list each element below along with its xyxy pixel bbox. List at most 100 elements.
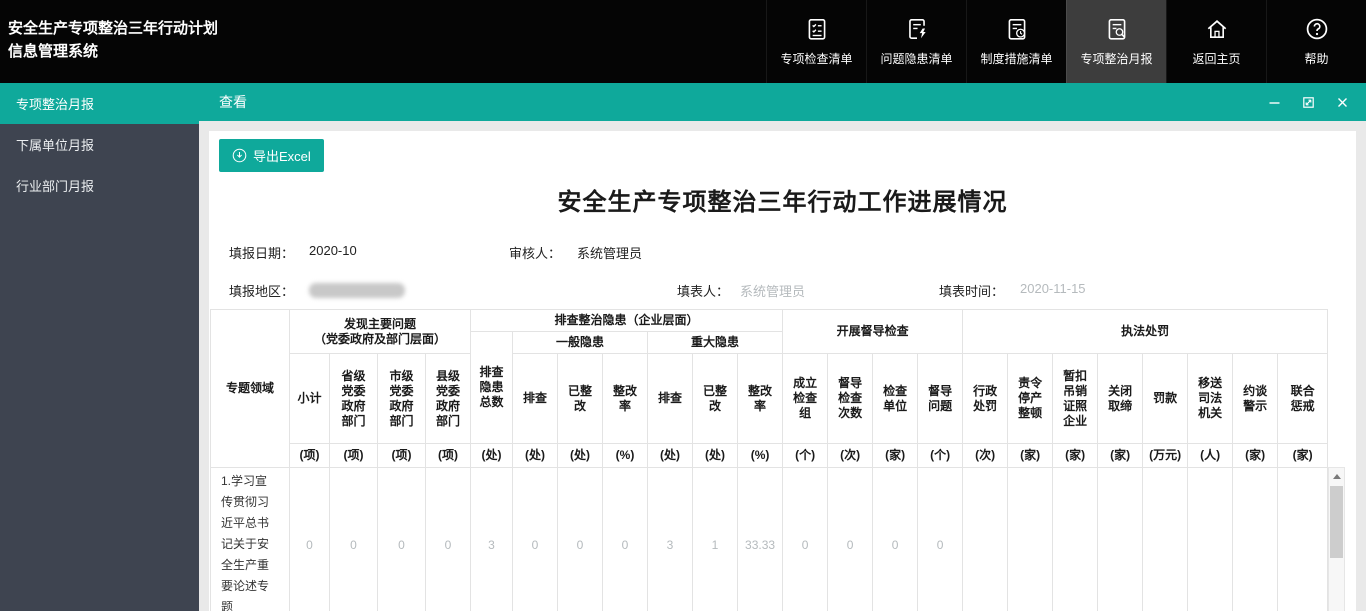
table-header-cell: 发现主要问题 （党委政府及部门层面） [290,310,471,354]
maximize-icon[interactable] [1300,94,1316,110]
value-cell: 0 [873,468,918,611]
table-header-cell: 整改率 [738,354,783,444]
top-nav: 专项检查清单问题隐患清单制度措施清单专项整治月报返回主页帮助 [766,0,1366,83]
value-cell: 3 [471,468,513,611]
top-nav-item-1[interactable]: 问题隐患清单 [866,0,966,83]
table-header-cell: 已整改 [693,354,738,444]
value-cell: 0 [783,468,828,611]
top-nav-item-4[interactable]: 返回主页 [1166,0,1266,83]
table-header-cell: (家) [1008,444,1053,468]
value-cell: 0 [290,468,330,611]
scrollbar-thumb[interactable] [1330,486,1343,558]
table-header-cell: 移送司法机关 [1188,354,1233,444]
window-title-bar: 查看 [199,83,1366,121]
table-header-cell: 成立检查组 [783,354,828,444]
top-nav-label: 制度措施清单 [980,50,1052,67]
sidebar-item-0[interactable]: 专项整治月报 [0,83,199,124]
top-nav-item-3[interactable]: 专项整治月报 [1066,0,1166,83]
table-header-cell: (万元) [1143,444,1188,468]
close-icon[interactable] [1334,94,1350,110]
top-nav-item-5[interactable]: 帮助 [1266,0,1366,83]
table-header-cell: 行政处罚 [963,354,1008,444]
table-header-cell: 督导检查次数 [828,354,873,444]
value-cell: 3 [648,468,693,611]
meta-row-1: 填报日期： 2020-10 审核人： 系统管理员 [209,243,1356,263]
table-header-cell: (家) [1278,444,1328,468]
value-cell: 0 [558,468,603,611]
report-table-wrap: 专题领域发现主要问题 （党委政府及部门层面）排查整治隐患（企业层面）开展督导检查… [210,309,1345,611]
table-header-cell: (项) [426,444,471,468]
sidebar: 专项整治月报下属单位月报行业部门月报 [0,83,199,611]
fill-date-value: 2020-10 [309,243,357,258]
table-header-cell: 约谈警示 [1233,354,1278,444]
table-header-cell: 一般隐患 [513,332,648,354]
table-header-cell: (家) [1233,444,1278,468]
main-area: 查看 导出Ex [199,83,1366,611]
value-cell [1188,468,1233,611]
value-cell: 0 [378,468,426,611]
table-header-cell: (人) [1188,444,1233,468]
top-nav-item-2[interactable]: 制度措施清单 [966,0,1066,83]
value-cell: 33.33 [738,468,783,611]
download-icon [232,148,247,163]
table-header-cell: (项) [378,444,426,468]
table-header-cell: 专题领域 [211,310,290,468]
table-header-cell: (次) [963,444,1008,468]
table-header-cell: (个) [783,444,828,468]
measures-list-icon [1004,16,1030,42]
body-layout: 专项整治月报下属单位月报行业部门月报 查看 [0,83,1366,611]
value-cell [1098,468,1143,611]
table-header-cell: (次) [828,444,873,468]
top-nav-item-0[interactable]: 专项检查清单 [766,0,866,83]
top-nav-label: 帮助 [1304,50,1328,67]
app-title: 安全生产专项整治三年行动计划 信息管理系统 [0,0,228,83]
table-header-cell: 责令停产整顿 [1008,354,1053,444]
table-header-cell: 联合惩戒 [1278,354,1328,444]
sidebar-item-2[interactable]: 行业部门月报 [0,165,199,206]
app-title-line2: 信息管理系统 [8,40,218,63]
sidebar-item-1[interactable]: 下属单位月报 [0,124,199,165]
table-scrollbar[interactable] [1328,467,1345,611]
window-controls [1266,94,1350,110]
report-table: 专题领域发现主要问题 （党委政府及部门层面）排查整治隐患（企业层面）开展督导检查… [210,309,1328,611]
meta-row-2: 填报地区： 填表人： 系统管理员 填表时间： 2020-11-15 [209,281,1356,301]
window-title: 查看 [219,92,247,112]
table-header-cell: 关闭取缔 [1098,354,1143,444]
reviewer-label: 审核人： [509,243,561,262]
screen: 安全生产专项整治三年行动计划 信息管理系统 专项检查清单问题隐患清单制度措施清单… [0,0,1366,611]
table-header-cell: (项) [330,444,378,468]
export-excel-label: 导出Excel [253,146,311,165]
top-nav-label: 专项检查清单 [780,50,852,67]
table-row: 1.学习宣传贯彻习近平总书记关于安全生产重要论述专题000030003133.3… [211,468,1328,611]
table-header-cell: 整改率 [603,354,648,444]
report-panel: 导出Excel 安全生产专项整治三年行动工作进展情况 填报日期： 2020-10… [209,131,1356,611]
value-cell: 0 [426,468,471,611]
minimize-icon[interactable] [1266,94,1282,110]
filler-value: 系统管理员 [740,281,805,300]
value-cell [1143,468,1188,611]
fill-date-label: 填报日期： [229,243,294,262]
inspection-checklist-icon [804,16,830,42]
value-cell: 0 [513,468,558,611]
table-header-cell: (处) [558,444,603,468]
fill-time-label: 填表时间： [939,281,1004,300]
table-header-cell: (家) [1053,444,1098,468]
table-header-cell: (家) [873,444,918,468]
table-header-cell: 排查 [513,354,558,444]
table-header-cell: (个) [918,444,963,468]
table-header-cell: (项) [290,444,330,468]
table-header-cell: 小计 [290,354,330,444]
value-cell [1278,468,1328,611]
filler-label: 填表人： [677,281,729,300]
value-cell [963,468,1008,611]
home-icon [1204,16,1230,42]
table-header-cell: 排查整治隐患（企业层面） [471,310,783,332]
scroll-up-icon[interactable] [1329,468,1344,484]
topic-cell: 1.学习宣传贯彻习近平总书记关于安全生产重要论述专题 [211,468,290,611]
value-cell: 1 [693,468,738,611]
export-excel-button[interactable]: 导出Excel [219,139,324,172]
table-header-cell: 已整改 [558,354,603,444]
table-header-cell: 省级党委政府部门 [330,354,378,444]
table-header-cell: 罚款 [1143,354,1188,444]
table-header-cell: (家) [1098,444,1143,468]
